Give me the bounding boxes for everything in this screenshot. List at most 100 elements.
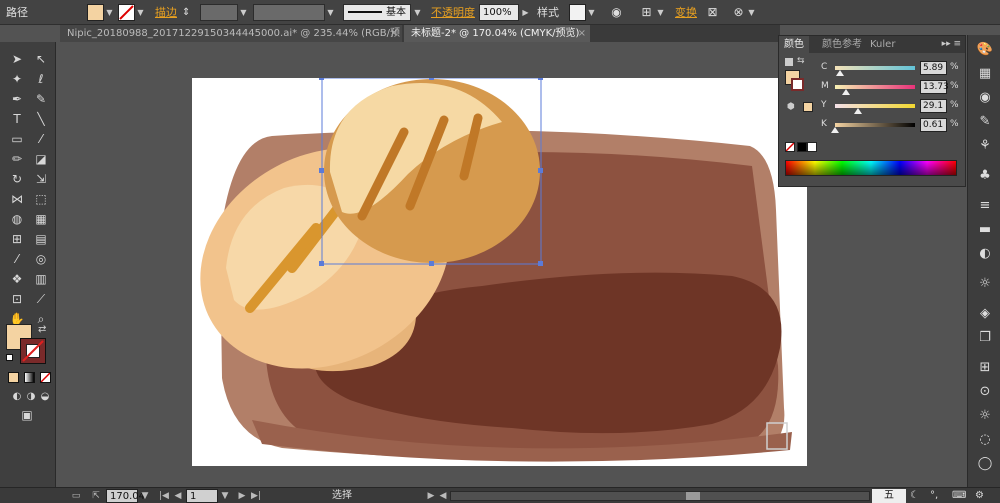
close-icon[interactable]: ×: [390, 25, 398, 42]
scrollbar-thumb[interactable]: [686, 492, 700, 500]
opacity-dropdown-icon[interactable]: ▶: [520, 4, 531, 21]
align-dropdown-icon[interactable]: ▼: [655, 4, 666, 21]
graphic-styles-icon[interactable]: ♣: [975, 167, 995, 185]
shape-builder-tool-icon[interactable]: ◍: [6, 210, 28, 228]
stroke-stepper-icon[interactable]: ⇕: [182, 4, 190, 21]
channel-value[interactable]: 5.89: [920, 61, 947, 75]
channel-value[interactable]: 0.61: [920, 118, 947, 132]
tab-kuler[interactable]: Kuler: [865, 36, 900, 53]
tab-color-guide[interactable]: 颜色参考: [817, 36, 867, 53]
ime-indicator[interactable]: 五: [872, 489, 906, 503]
transparency-icon[interactable]: ◐: [975, 245, 995, 263]
status-prev-icon[interactable]: ▭: [70, 489, 82, 503]
horizontal-scrollbar[interactable]: [450, 491, 870, 501]
gradient-tool-icon[interactable]: ▤: [30, 230, 52, 248]
first-artboard-icon[interactable]: |◀: [158, 489, 170, 503]
variable-width-field[interactable]: [253, 4, 325, 21]
blend-tool-icon[interactable]: ◎: [30, 250, 52, 268]
stroke-link[interactable]: 描边: [155, 4, 177, 21]
width-tool-icon[interactable]: ⋈: [6, 190, 28, 208]
pen-tool-icon[interactable]: ✒: [6, 90, 28, 108]
slider-knob[interactable]: [831, 127, 840, 133]
pathfinder-icon[interactable]: ⊙: [975, 383, 995, 401]
next-artboard-icon[interactable]: ▶: [236, 489, 248, 503]
tab-untitled-document[interactable]: 未标题-2* @ 170.04% (CMYK/预览) ×: [404, 25, 590, 42]
style-swatch[interactable]: [569, 4, 586, 21]
selection-handle[interactable]: [538, 168, 543, 173]
selection-handle[interactable]: [319, 261, 324, 266]
artboard-number-field[interactable]: 1: [186, 489, 218, 503]
align-panel-icon[interactable]: ⊞: [975, 359, 995, 377]
channel-value[interactable]: 13.73: [920, 80, 949, 94]
status-menu-icon[interactable]: ▶: [425, 489, 437, 503]
draw-inside-icon[interactable]: ◒: [34, 388, 56, 406]
brush-dropdown-icon[interactable]: ▼: [412, 4, 423, 21]
selection-handle[interactable]: [538, 78, 543, 80]
artboard[interactable]: [192, 78, 807, 466]
pencil-tool-icon[interactable]: ✏: [6, 150, 28, 168]
selection-handle[interactable]: [429, 261, 434, 266]
scroll-left-icon[interactable]: ◀: [437, 489, 449, 503]
eraser-tool-icon[interactable]: ◪: [30, 150, 52, 168]
isolate-icon[interactable]: ⊠: [704, 4, 721, 21]
color-panel-icon[interactable]: 🎨: [975, 41, 995, 59]
eyedropper-tool-icon[interactable]: ⁄: [6, 250, 28, 268]
symbol-sprayer-tool-icon[interactable]: ❖: [6, 270, 28, 288]
mesh-tool-icon[interactable]: ⊞: [6, 230, 28, 248]
stroke-panel-icon[interactable]: ≡: [975, 197, 995, 215]
none-mode-button[interactable]: [40, 372, 51, 383]
black-color-button[interactable]: [797, 142, 807, 152]
curvature-tool-icon[interactable]: ✎: [30, 90, 52, 108]
envelope-icon[interactable]: ⊗: [730, 4, 747, 21]
last-artboard-icon[interactable]: ▶|: [250, 489, 262, 503]
magic-wand-tool-icon[interactable]: ✦: [6, 70, 28, 88]
selection-handle[interactable]: [429, 78, 434, 80]
direct-selection-tool-icon[interactable]: ↖: [30, 50, 52, 68]
selection-handle[interactable]: [319, 78, 324, 80]
style-dropdown-icon[interactable]: ▼: [586, 4, 597, 21]
bread-illustration[interactable]: [192, 78, 807, 466]
envelope-dropdown-icon[interactable]: ▼: [746, 4, 757, 21]
symbols-icon[interactable]: ⚘: [975, 137, 995, 155]
appearance-icon[interactable]: ☼: [975, 275, 995, 293]
stroke-color-box[interactable]: [20, 338, 46, 364]
channel-value[interactable]: 29.1: [920, 99, 947, 113]
scale-tool-icon[interactable]: ⇲: [30, 170, 52, 188]
export-icon[interactable]: ⇱: [90, 489, 102, 503]
prev-artboard-icon[interactable]: ◀: [172, 489, 184, 503]
selection-handle[interactable]: [319, 168, 324, 173]
rotate-tool-icon[interactable]: ↻: [6, 170, 28, 188]
zoom-field[interactable]: 170.04: [106, 489, 145, 503]
stroke-weight-field[interactable]: [200, 4, 238, 21]
ime-punctuation-icon[interactable]: °,: [930, 489, 938, 503]
recolor-icon[interactable]: ◉: [608, 4, 625, 21]
color-mode-button[interactable]: [8, 372, 19, 383]
selection-tool-icon[interactable]: ➤: [6, 50, 28, 68]
swatches-icon[interactable]: ◉: [975, 89, 995, 107]
transform-link[interactable]: 变换: [675, 4, 697, 21]
tab-nipic-document[interactable]: Nipic_20180988_20171229150344445000.ai* …: [60, 25, 402, 56]
line-tool-icon[interactable]: ╲: [30, 110, 52, 128]
white-color-button[interactable]: [807, 142, 817, 152]
artboard-dropdown-icon[interactable]: ▼: [219, 489, 231, 503]
rectangle-tool-icon[interactable]: ▭: [6, 130, 28, 148]
perspective-grid-tool-icon[interactable]: ▦: [30, 210, 52, 228]
opacity-link[interactable]: 不透明度: [431, 4, 475, 21]
tab-color[interactable]: 颜色: [779, 36, 809, 53]
brushes-icon[interactable]: ✎: [975, 113, 995, 131]
variable-width-dropdown-icon[interactable]: ▼: [325, 4, 336, 21]
gradient-panel-icon[interactable]: ▬: [975, 221, 995, 239]
links-icon[interactable]: ◌: [975, 431, 995, 449]
brush-field[interactable]: 基本: [343, 4, 411, 21]
fill-swatch[interactable]: [87, 4, 104, 21]
paintbrush-tool-icon[interactable]: ⁄: [30, 130, 52, 148]
stroke-dropdown-icon[interactable]: ▼: [135, 4, 146, 21]
panel-menu-icon[interactable]: ▸▸ ≡: [942, 36, 961, 53]
gradient-mode-button[interactable]: [24, 372, 35, 383]
color-spectrum[interactable]: [785, 160, 957, 176]
swap-colors-icon[interactable]: ⇄: [38, 324, 46, 335]
align-grid-icon[interactable]: ⊞: [638, 4, 655, 21]
stroke-swatch[interactable]: [118, 4, 135, 21]
opacity-field[interactable]: 100%: [479, 4, 519, 21]
color-guide-icon[interactable]: ▦: [975, 65, 995, 83]
